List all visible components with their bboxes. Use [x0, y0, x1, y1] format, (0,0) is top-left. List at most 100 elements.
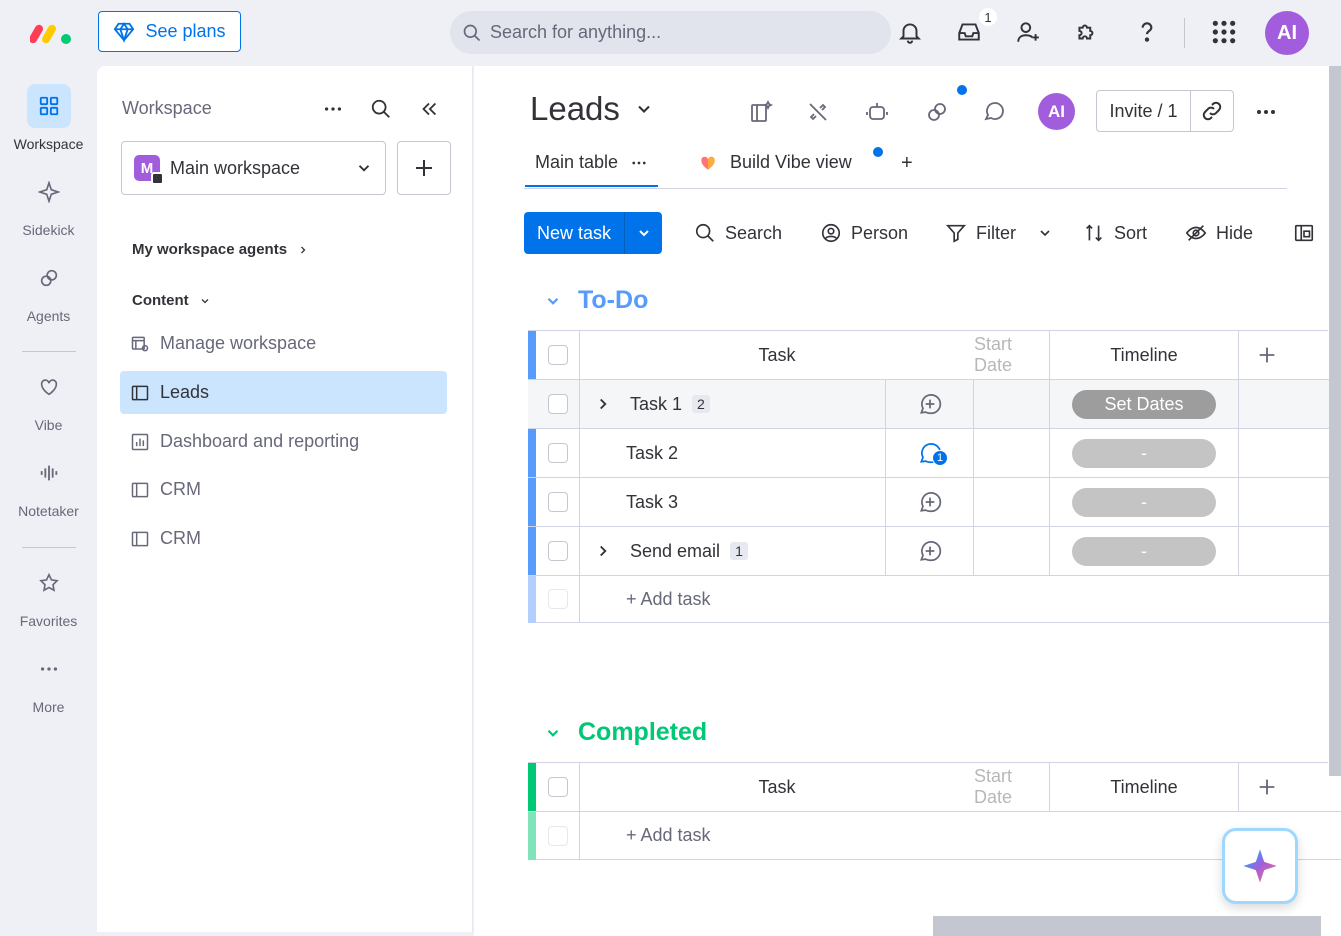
- global-search-input[interactable]: Search for anything...: [450, 11, 891, 54]
- add-item-button[interactable]: [397, 141, 451, 195]
- more-dots-icon[interactable]: [630, 154, 648, 172]
- apps-grid-icon[interactable]: [1209, 17, 1239, 47]
- updates-chat-icon[interactable]: [980, 98, 1008, 126]
- row-checkbox[interactable]: [547, 541, 568, 561]
- group-title-completed[interactable]: Completed: [544, 718, 707, 747]
- content-section-toggle[interactable]: Content: [132, 292, 211, 309]
- timeline-cell[interactable]: -: [1050, 478, 1239, 526]
- sidebar-item-manage-workspace[interactable]: Manage workspace: [120, 322, 447, 365]
- ai-assistant-button[interactable]: [1222, 828, 1298, 904]
- updates-button[interactable]: 1: [886, 429, 974, 477]
- search-icon[interactable]: [368, 96, 394, 122]
- rail-item-sidekick[interactable]: Sidekick: [0, 170, 97, 238]
- sidebar-item-leads[interactable]: Leads: [120, 371, 447, 414]
- column-header-task[interactable]: Task: [580, 331, 974, 379]
- hide-columns-button[interactable]: Hide: [1185, 212, 1253, 254]
- vertical-scrollbar[interactable]: [1329, 66, 1341, 776]
- sidekick-panel-icon[interactable]: [747, 98, 775, 126]
- add-update-button[interactable]: [886, 527, 974, 575]
- select-all-checkbox[interactable]: [547, 345, 568, 365]
- copy-link-button[interactable]: [1191, 99, 1233, 123]
- column-header-timeline[interactable]: Timeline: [1050, 763, 1239, 811]
- start-date-cell[interactable]: [974, 380, 1050, 428]
- rail-item-notetaker[interactable]: Notetaker: [0, 451, 97, 519]
- invite-button[interactable]: Invite / 1: [1096, 90, 1234, 132]
- task-name[interactable]: Task 2: [626, 443, 678, 464]
- chevron-down-icon[interactable]: [1037, 225, 1053, 241]
- see-plans-button[interactable]: See plans: [98, 11, 241, 52]
- timeline-cell[interactable]: Set Dates: [1050, 380, 1239, 428]
- add-task-row[interactable]: + Add task: [528, 576, 1341, 623]
- person-filter-button[interactable]: Person: [820, 212, 908, 254]
- new-task-button[interactable]: New task: [524, 212, 662, 254]
- todo-table: Task Start Date Timeline Task 1 2 Set Da…: [528, 330, 1341, 623]
- workspace-agents-link[interactable]: My workspace agents: [132, 241, 309, 258]
- tab-build-vibe-view[interactable]: Build Vibe view: [698, 152, 852, 173]
- tab-main-table[interactable]: Main table: [524, 152, 659, 187]
- timeline-cell[interactable]: -: [1050, 429, 1239, 477]
- task-name[interactable]: Task 1: [630, 394, 682, 415]
- board-member-avatar[interactable]: AI: [1038, 93, 1075, 130]
- sort-button[interactable]: Sort: [1083, 212, 1147, 254]
- add-task-input[interactable]: + Add task: [580, 576, 1280, 622]
- help-icon[interactable]: [1132, 17, 1162, 47]
- row-checkbox[interactable]: [547, 443, 568, 463]
- bell-icon[interactable]: [895, 17, 925, 47]
- agents-icon[interactable]: [923, 98, 951, 126]
- task-name[interactable]: Task 3: [626, 492, 678, 513]
- rail-item-vibe[interactable]: Vibe: [0, 365, 97, 433]
- monday-logo[interactable]: [29, 20, 74, 46]
- start-date-cell[interactable]: [974, 429, 1050, 477]
- table-row[interactable]: Task 1 2 Set Dates: [528, 380, 1341, 429]
- sparkle-icon: [37, 181, 60, 203]
- search-button[interactable]: Search: [694, 212, 782, 254]
- row-checkbox[interactable]: [547, 394, 568, 414]
- integrations-icon[interactable]: [804, 98, 832, 126]
- add-column-button[interactable]: [1239, 763, 1294, 811]
- horizontal-scrollbar[interactable]: [933, 916, 1321, 936]
- sidebar-item-crm[interactable]: CRM: [120, 468, 447, 511]
- invite-member-icon[interactable]: [1013, 17, 1043, 47]
- task-name[interactable]: Send email: [630, 541, 720, 562]
- table-row[interactable]: Task 3 -: [528, 478, 1341, 527]
- row-checkbox[interactable]: [547, 492, 568, 512]
- collapse-sidebar-icon[interactable]: [416, 96, 442, 122]
- more-dots-icon[interactable]: [320, 96, 346, 122]
- timeline-cell[interactable]: -: [1050, 527, 1239, 575]
- more-dots-icon: [40, 667, 57, 671]
- add-column-button[interactable]: [1239, 331, 1294, 379]
- start-date-cell[interactable]: [974, 478, 1050, 526]
- add-task-row[interactable]: + Add task: [528, 812, 1341, 860]
- table-row[interactable]: Send email 1 -: [528, 527, 1341, 576]
- user-avatar[interactable]: AI: [1265, 11, 1309, 55]
- add-update-button[interactable]: [886, 478, 974, 526]
- group-title-todo[interactable]: To-Do: [544, 286, 648, 315]
- column-header-start-date[interactable]: Start Date: [974, 331, 1050, 379]
- automations-robot-icon[interactable]: [863, 98, 891, 126]
- column-header-start-date[interactable]: Start Date: [974, 763, 1050, 811]
- sidebar-item-crm[interactable]: CRM: [120, 517, 447, 560]
- column-header-task[interactable]: Task: [580, 763, 974, 811]
- group-by-icon[interactable]: [1293, 212, 1315, 254]
- rail-item-favorites[interactable]: Favorites: [0, 561, 97, 629]
- add-update-button[interactable]: [886, 380, 974, 428]
- search-placeholder: Search for anything...: [490, 22, 662, 42]
- rail-item-workspace[interactable]: Workspace: [0, 84, 97, 152]
- chevron-right-icon[interactable]: [594, 395, 612, 413]
- workspace-selector[interactable]: M Main workspace: [121, 141, 386, 195]
- apps-puzzle-icon[interactable]: [1072, 17, 1102, 47]
- board-title[interactable]: Leads: [530, 90, 654, 128]
- add-view-button[interactable]: +: [901, 152, 913, 175]
- new-task-dropdown[interactable]: [625, 225, 662, 241]
- select-all-checkbox[interactable]: [547, 777, 568, 797]
- add-task-input[interactable]: + Add task: [580, 812, 1280, 859]
- start-date-cell[interactable]: [974, 527, 1050, 575]
- table-row[interactable]: Task 2 1 -: [528, 429, 1341, 478]
- filter-button[interactable]: Filter: [945, 212, 1053, 254]
- rail-item-more[interactable]: More: [0, 647, 97, 715]
- chevron-right-icon[interactable]: [594, 542, 612, 560]
- more-dots-icon[interactable]: [1252, 98, 1280, 126]
- sidebar-item-dashboard[interactable]: Dashboard and reporting: [120, 420, 447, 463]
- rail-item-agents[interactable]: Agents: [0, 256, 97, 324]
- column-header-timeline[interactable]: Timeline: [1050, 331, 1239, 379]
